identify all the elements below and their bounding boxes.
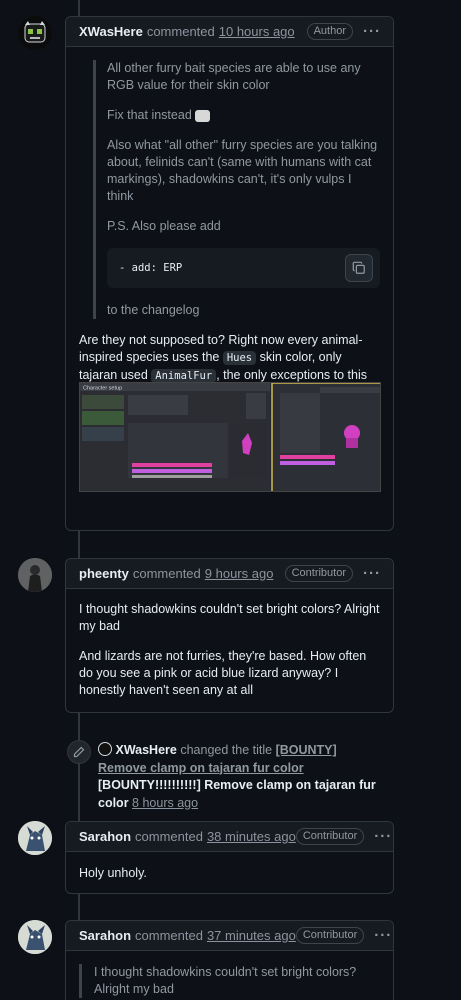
comment-author[interactable]: Sarahon xyxy=(79,829,131,844)
quote-text: P.S. Also please add xyxy=(107,219,221,233)
avatar[interactable] xyxy=(18,821,52,855)
contributor-badge: Contributor xyxy=(295,828,365,845)
more-options-icon[interactable]: ··· xyxy=(374,828,392,845)
comment-header: XWasHere commented 10 hours ago Author ·… xyxy=(66,17,393,47)
comment-text: I thought shadowkins couldn't set bright… xyxy=(79,602,380,633)
event-time[interactable]: 8 hours ago xyxy=(132,796,198,810)
pencil-icon xyxy=(73,746,85,758)
quote-text: All other furry bait species are able to… xyxy=(107,61,361,92)
copy-icon xyxy=(352,261,365,274)
comment-body: I thought shadowkins couldn't set bright… xyxy=(66,589,393,699)
comment-author[interactable]: Sarahon xyxy=(79,928,131,943)
comment-header: pheenty commented 9 hours ago Contributo… xyxy=(66,559,393,589)
more-options-icon[interactable]: ··· xyxy=(363,565,381,582)
copy-button[interactable] xyxy=(345,254,373,282)
comment-card: XWasHere commented 10 hours ago Author ·… xyxy=(65,16,394,531)
more-options-icon[interactable]: ··· xyxy=(363,23,381,40)
inline-code: AnimalFur xyxy=(151,369,217,383)
comment-verb: commented xyxy=(135,928,203,943)
avatar[interactable] xyxy=(98,742,112,756)
quote-block: All other furry bait species are able to… xyxy=(93,60,380,319)
inline-code: Hues xyxy=(222,351,257,365)
comment-time[interactable]: 38 minutes ago xyxy=(207,829,296,844)
attached-screenshot[interactable]: Character setup xyxy=(79,382,381,492)
comment-author[interactable]: pheenty xyxy=(79,566,129,581)
comment-time[interactable]: 10 hours ago xyxy=(219,24,295,39)
title-change-event: XWasHere changed the title [BOUNTY] Remo… xyxy=(98,742,388,812)
timeline-event-icon xyxy=(67,740,91,764)
comment-verb: commented xyxy=(135,829,203,844)
event-action: changed the title xyxy=(180,743,273,757)
author-badge: Author xyxy=(306,23,353,40)
quote-text: to the changelog xyxy=(107,303,200,317)
comment-text: And lizards are not furries, they're bas… xyxy=(79,649,367,697)
quote-text: Also what "all other" furry species are … xyxy=(107,138,378,203)
event-author[interactable]: XWasHere xyxy=(115,743,176,757)
comment-verb: commented xyxy=(146,24,215,39)
more-options-icon[interactable]: ··· xyxy=(374,927,392,944)
comment-text: Holy unholy. xyxy=(79,866,147,880)
comment-body: Holy unholy. xyxy=(66,852,393,882)
quote-text: I thought shadowkins couldn't set bright… xyxy=(94,965,357,996)
comment-author[interactable]: XWasHere xyxy=(79,24,143,39)
code-block: - add: ERP xyxy=(107,248,380,288)
avatar[interactable] xyxy=(18,558,52,592)
comment-header: Sarahon commented 37 minutes ago Contrib… xyxy=(66,921,393,951)
screenshot-title: Character setup xyxy=(83,386,122,392)
comment-time[interactable]: 37 minutes ago xyxy=(207,928,296,943)
comment-body: I thought shadowkins couldn't set bright… xyxy=(66,951,393,998)
comment-verb: commented xyxy=(132,566,201,581)
emoji-icon xyxy=(195,109,211,122)
comment-time[interactable]: 9 hours ago xyxy=(205,566,274,581)
comment-card: Sarahon commented 38 minutes ago Contrib… xyxy=(65,821,394,894)
avatar[interactable] xyxy=(18,16,52,50)
avatar[interactable] xyxy=(18,920,52,954)
comment-card: pheenty commented 9 hours ago Contributo… xyxy=(65,558,394,713)
comment-body: All other furry bait species are able to… xyxy=(66,47,393,419)
comment-card: Sarahon commented 37 minutes ago Contrib… xyxy=(65,920,394,1000)
contributor-badge: Contributor xyxy=(295,927,365,944)
quote-block: I thought shadowkins couldn't set bright… xyxy=(79,964,380,998)
quote-text: Fix that instead xyxy=(107,107,380,124)
contributor-badge: Contributor xyxy=(284,565,353,582)
code-text: - add: ERP xyxy=(119,261,183,274)
comment-header: Sarahon commented 38 minutes ago Contrib… xyxy=(66,822,393,852)
